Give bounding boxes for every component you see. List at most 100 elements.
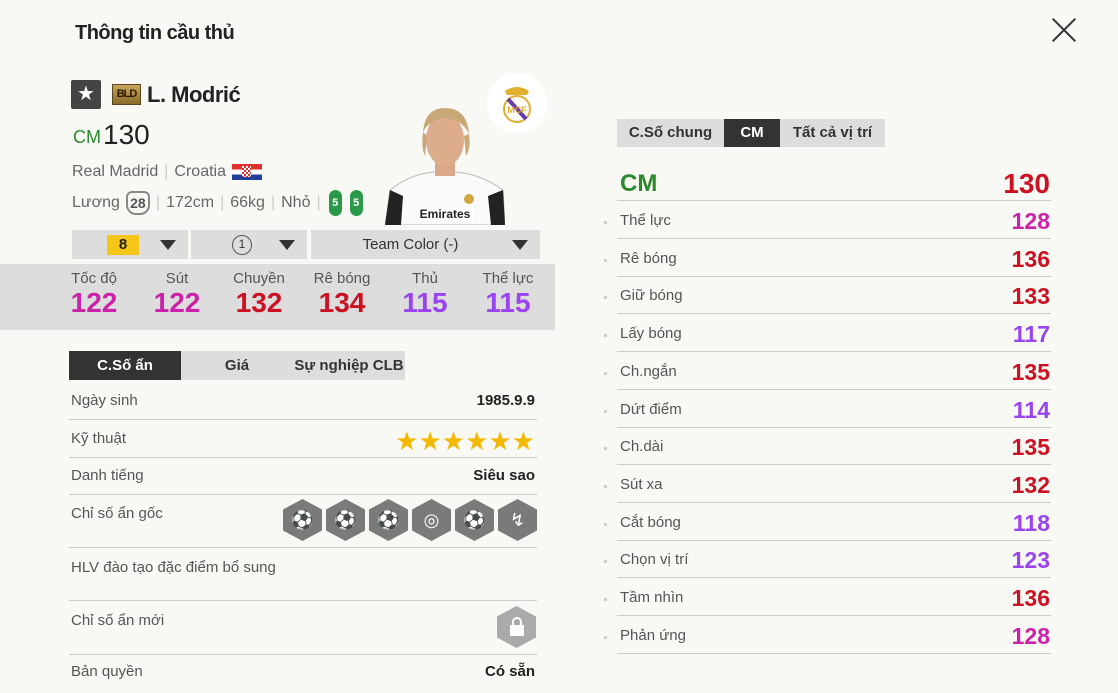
row-marker [604, 334, 607, 338]
stat-pace: Tốc độ 122 [70, 270, 118, 318]
attribute-row: Ch.dài 135 [617, 434, 1051, 466]
trait-icon-6[interactable]: ↯ [498, 499, 537, 541]
row-marker [604, 296, 607, 300]
attribute-value: 123 [1011, 547, 1050, 574]
new-traits-row: Chỉ số ẩn mới [69, 606, 537, 655]
player-position: CM [73, 127, 101, 147]
attribute-row: Cắt bóng 118 [617, 510, 1051, 541]
stat-passing: Chuyền 132 [233, 270, 285, 318]
position-label: CM [620, 170, 658, 197]
lock-icon [497, 606, 536, 648]
stat-defending: Thủ 115 [402, 270, 448, 318]
attribute-row: Giữ bóng 133 [617, 283, 1051, 315]
trait-icon-2[interactable]: ⚽ [326, 499, 365, 541]
row-marker [604, 409, 607, 413]
attribute-value: 132 [1011, 471, 1050, 498]
croatia-flag-icon [232, 164, 262, 180]
trait-icon-1[interactable]: ⚽ [283, 499, 322, 541]
row-marker [604, 484, 607, 488]
birth-date: 1985.9.9 [476, 392, 535, 409]
trait-icon-5[interactable]: ⚽ [455, 499, 494, 541]
attribute-label: Thể lực [620, 212, 671, 229]
page-title: Thông tin cầu thủ [75, 22, 235, 44]
right-foot-icon: 5 [349, 190, 363, 216]
fame-row: Danh tiếng Siêu sao [69, 467, 537, 495]
license-value: Có sẵn [484, 663, 535, 680]
salary-label: Lương [72, 194, 120, 211]
attribute-row: Chọn vị trí 123 [617, 547, 1051, 579]
row-marker [604, 635, 607, 639]
attribute-label: Chọn vị trí [620, 551, 689, 569]
stat-shooting: Sút 122 [153, 270, 201, 318]
chevron-down-icon [160, 240, 176, 250]
attribute-value: 136 [1011, 585, 1050, 611]
level-badge: 8 [107, 234, 139, 255]
team-color-label: Team Color (-) [362, 236, 459, 253]
row-marker [604, 598, 607, 601]
season-badge: BLD [112, 84, 141, 105]
svg-text:MCF: MCF [507, 105, 527, 115]
close-icon[interactable] [1046, 12, 1082, 48]
attribute-label: Cắt bóng [620, 513, 681, 531]
attribute-value: 135 [1011, 358, 1050, 385]
fame-value: Siêu sao [473, 467, 535, 484]
attribute-label: Sút xa [620, 475, 663, 493]
row-marker [604, 560, 607, 564]
attribute-value: 136 [1011, 245, 1050, 272]
salary-value: 28 [125, 191, 150, 215]
license-row: Bản quyền Có sẵn [71, 663, 535, 680]
attribute-label: Rê bóng [620, 249, 677, 267]
chevron-down-icon [279, 240, 295, 250]
row-marker [604, 258, 607, 262]
skill-stars: ★★★★★★ [395, 426, 535, 456]
height: 172cm [166, 194, 215, 211]
skill-row: Kỹ thuật ★★★★★★ [69, 426, 537, 458]
attribute-row: Sút xa 132 [617, 472, 1051, 503]
club-nation-info: Real Madrid | Croatia [72, 163, 262, 181]
level-dropdown[interactable]: 8 [72, 230, 188, 259]
tab-hidden-stats[interactable]: C.Số ẩn [69, 351, 181, 380]
tab-all-positions[interactable]: Tất cả vị trí [780, 119, 885, 147]
right-tab-bar: C.Số chung CM Tất cả vị trí [617, 119, 885, 147]
tab-position-cm[interactable]: CM [724, 119, 780, 147]
birth-row: Ngày sinh 1985.9.9 [69, 392, 537, 420]
trait-icon-4[interactable]: ◎ [412, 499, 451, 541]
player-name: L. Modrić [147, 82, 241, 107]
tab-club-career[interactable]: Sự nghiệp CLB [293, 351, 405, 380]
attribute-row: Ch.ngắn 135 [617, 359, 1051, 390]
nation-name: Croatia [174, 163, 226, 180]
row-marker [604, 522, 607, 526]
attribute-label: Phản ứng [620, 626, 686, 644]
body-type: Nhỏ [281, 194, 311, 211]
row-marker [604, 221, 607, 224]
attribute-row: Thể lực 128 [617, 208, 1051, 239]
attribute-value: 114 [1012, 396, 1050, 423]
position-value: 130 [1003, 168, 1050, 199]
attribute-label: Giữ bóng [620, 287, 683, 305]
club-name: Real Madrid [72, 163, 159, 180]
chevron-down-icon [512, 240, 528, 250]
team-color-dropdown[interactable]: Team Color (-) [311, 230, 540, 259]
physical-info: Lương 28 | 172cm | 66kg | Nhỏ | 5 5 [72, 190, 363, 216]
attribute-row: Tầm nhìn 136 [617, 585, 1051, 616]
stat-dribbling: Rê bóng 134 [313, 270, 371, 318]
tab-price[interactable]: Giá [181, 351, 293, 380]
trait-icon-3[interactable]: ⚽ [369, 499, 408, 541]
attribute-value: 128 [1011, 208, 1050, 234]
left-foot-icon: 5 [328, 190, 342, 216]
attribute-row: Lấy bóng 117 [617, 321, 1051, 353]
tab-general-stats[interactable]: C.Số chung [617, 119, 724, 147]
attribute-row: Phản ứng 128 [617, 623, 1051, 654]
traits-row: Chỉ số ẩn gốc ⚽ ⚽ ⚽ ◎ ⚽ ↯ [69, 499, 537, 548]
team-rank-dropdown[interactable]: 1 [191, 230, 307, 259]
attribute-label: Lấy bóng [620, 325, 682, 343]
attribute-value: 133 [1011, 283, 1050, 310]
player-portrait: Emirates [385, 108, 505, 225]
attribute-value: 135 [1011, 434, 1050, 461]
attribute-value: 117 [1012, 321, 1050, 348]
left-tab-bar: C.Số ẩn Giá Sự nghiệp CLB [69, 351, 405, 380]
attribute-label: Ch.dài [620, 438, 664, 456]
star-icon: ★ [71, 80, 101, 109]
stat-physical: Thể lực 115 [482, 270, 534, 318]
player-ovr: 130 [103, 119, 150, 150]
